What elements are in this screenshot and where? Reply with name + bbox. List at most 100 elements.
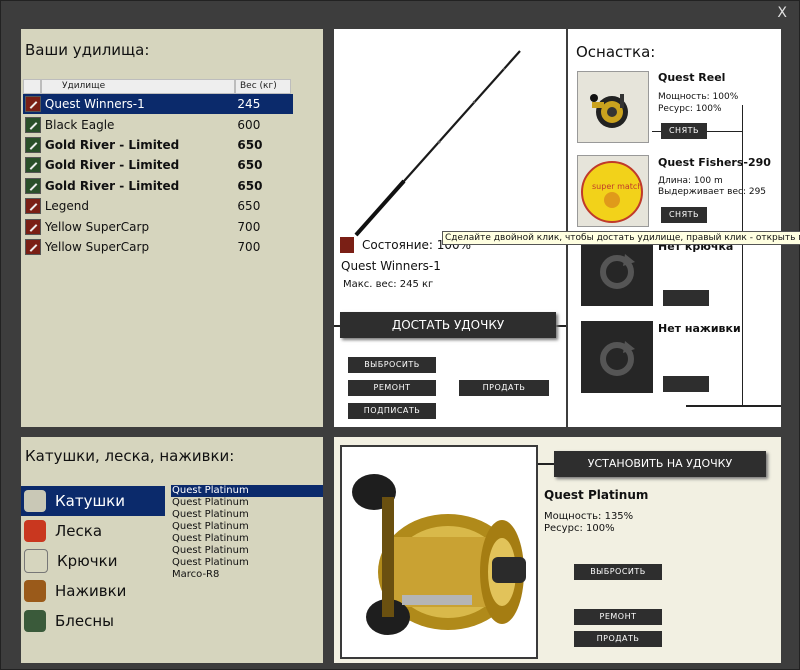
item-image-frame [340,445,538,659]
rod-row[interactable]: Legend 650 [23,196,293,216]
reel-icon [578,72,648,142]
category-lines[interactable]: Леска [21,516,165,546]
category-baits[interactable]: Наживки [21,576,165,606]
rod-weight: 650 [237,137,263,152]
rod-row[interactable]: Yellow SuperCarp 700 [23,237,293,257]
reel-resource: Ресурс: 100% [658,104,722,114]
list-item[interactable]: Quest Platinum [171,485,323,497]
header-icon-col [23,79,41,94]
rod-icon [25,116,41,133]
rod-max-weight: Макс. вес: 245 кг [343,279,434,290]
category-label: Наживки [55,582,127,600]
list-item[interactable]: Quest Platinum [171,509,323,521]
fishing-line-icon: super match [578,156,648,226]
tackle-connector [742,105,743,405]
rod-image [354,50,521,237]
tackle-connector [686,405,781,407]
reel-power: Мощность: 100% [658,92,739,102]
line-holds: Выдерживает вес: 295 [658,187,767,197]
line-category-icon [24,520,46,542]
header-weight[interactable]: Вес (кг) [235,79,291,94]
category-lures[interactable]: Блесны [21,606,165,636]
reel-category-icon [24,490,46,512]
reel-name: Quest Reel [658,71,726,84]
rod-weight: 650 [237,158,263,173]
tackle-panel: Оснастка: Quest Reel Мощность: 100% Ресу… [568,29,781,427]
rod-icon [25,218,41,235]
take-rod-button[interactable]: ДОСТАТЬ УДОЧКУ [340,312,556,338]
drop-item-button[interactable]: ВЫБРОСИТЬ [574,564,662,580]
reel-thumbnail[interactable] [577,71,649,143]
rod-icon [25,177,41,194]
bait-equip-slot[interactable] [663,376,709,392]
list-item[interactable]: Marco-R8 [171,569,323,581]
rod-weight: 700 [237,239,261,254]
rod-icon [25,238,41,255]
inventory-window: X Ваши удилища: Удилище Вес (кг) Quest W… [0,0,800,670]
bait-slot[interactable] [581,321,653,393]
tooltip: Сделайте двойной клик, чтобы достать уди… [442,231,800,245]
hook-equip-slot[interactable] [663,290,709,306]
rods-table: Удилище Вес (кг) Quest Winners-1 245 Blac… [23,79,293,257]
inventory-title: Катушки, леска, наживки: [25,447,235,465]
list-item[interactable]: Quest Platinum [171,521,323,533]
rod-name: Yellow SuperCarp [44,239,150,254]
line-name: Quest Fishers-290 [658,156,771,169]
line-spool-label: super match [592,182,642,191]
rod-row[interactable]: Quest Winners-1 245 [23,94,293,115]
bait-category-icon [24,580,46,602]
line-thumbnail[interactable]: super match [577,155,649,227]
rod-name: Gold River - Limited [44,137,180,152]
category-reels[interactable]: Катушки [21,486,165,516]
rod-icon [25,198,41,215]
rod-name: Yellow SuperCarp [44,219,150,234]
rod-icon [25,136,41,153]
list-item[interactable]: Quest Platinum [171,557,323,569]
repair-rod-button[interactable]: РЕМОНТ [348,380,436,396]
category-hooks[interactable]: Крючки [21,546,165,576]
category-label: Леска [55,522,103,540]
category-label: Крючки [57,552,118,570]
header-name[interactable]: Удилище [41,79,235,94]
item-power: Мощность: 135% [544,511,634,522]
rod-weight: 650 [237,199,261,214]
item-list: Quest Platinum Quest Platinum Quest Plat… [171,485,323,581]
close-button[interactable]: X [777,5,787,21]
baitcast-reel-image [342,447,536,657]
list-item[interactable]: Quest Platinum [171,497,323,509]
item-name: Quest Platinum [544,488,649,502]
rods-title: Ваши удилища: [25,41,150,59]
rod-icon [25,157,41,174]
sell-rod-button[interactable]: ПРОДАТЬ [459,380,549,396]
rod-weight: 600 [237,117,261,132]
rod-name: Quest Winners-1 [44,97,145,112]
rod-row[interactable]: Black Eagle 600 [23,114,293,134]
rod-weight: 650 [237,178,263,193]
rod-detail-panel: Состояние: 100% Quest Winners-1 Макс. ве… [334,29,566,427]
item-resource: Ресурс: 100% [544,523,615,534]
inventory-panel: Катушки, леска, наживки: Катушки Леска К… [21,437,323,663]
rod-row[interactable]: Gold River - Limited 650 [23,155,293,175]
rod-icon [25,96,41,113]
item-detail-panel: УСТАНОВИТЬ НА УДОЧКУ Quest Platinum Мощн… [334,437,781,663]
sell-item-button[interactable]: ПРОДАТЬ [574,631,662,647]
hook-category-icon [24,549,48,573]
rod-name: Legend [44,199,89,214]
list-item[interactable]: Quest Platinum [171,545,323,557]
sign-rod-button[interactable]: ПОДПИСАТЬ [348,403,436,419]
rod-state-icon [340,237,354,253]
remove-reel-button[interactable]: СНЯТЬ [661,123,707,139]
remove-line-button[interactable]: СНЯТЬ [661,207,707,223]
no-bait-label: Нет наживки [658,322,741,335]
rod-row[interactable]: Yellow SuperCarp 700 [23,216,293,236]
rod-row[interactable]: Gold River - Limited 650 [23,135,293,155]
rod-weight: 245 [237,97,261,112]
rod-name-label: Quest Winners-1 [341,259,441,273]
drop-rod-button[interactable]: ВЫБРОСИТЬ [348,357,436,373]
lure-category-icon [24,610,46,632]
repair-item-button[interactable]: РЕМОНТ [574,609,662,625]
rod-row[interactable]: Gold River - Limited 650 [23,176,293,196]
tackle-title: Оснастка: [576,43,656,61]
list-item[interactable]: Quest Platinum [171,533,323,545]
install-on-rod-button[interactable]: УСТАНОВИТЬ НА УДОЧКУ [554,451,766,477]
